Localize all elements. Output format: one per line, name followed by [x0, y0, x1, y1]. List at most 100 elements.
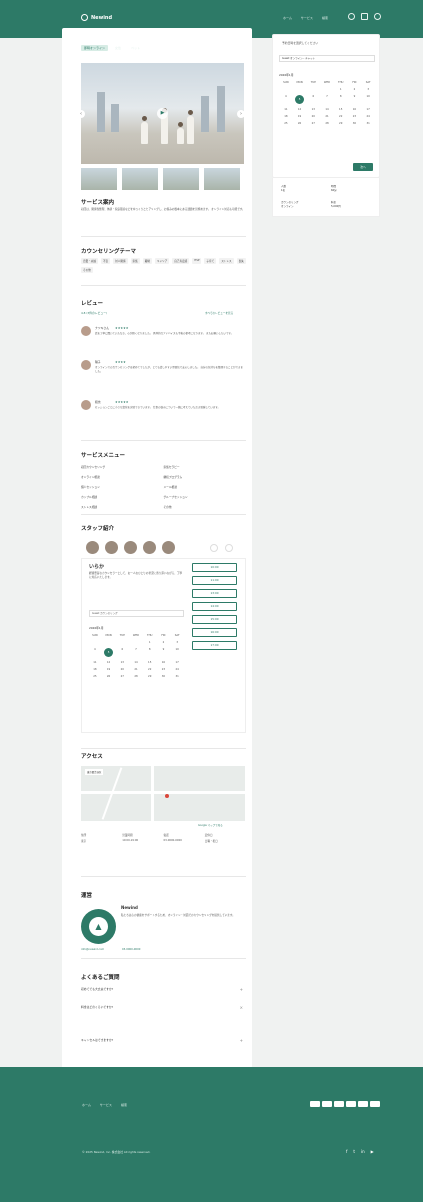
calendar-day[interactable]: 30	[348, 122, 362, 125]
calendar-day[interactable]: 31	[361, 122, 375, 125]
next-arrow-icon[interactable]: ›	[237, 110, 245, 118]
calendar-day[interactable]: 9	[157, 648, 171, 657]
staff-avatar[interactable]	[143, 541, 156, 554]
calendar-day[interactable]: 11	[88, 661, 102, 664]
calendar-day[interactable]: 29	[334, 122, 348, 125]
time-slot[interactable]: 16:00	[192, 628, 237, 637]
facebook-icon[interactable]: f	[346, 1149, 347, 1154]
faq-item[interactable]: キャンセルはできますか? +	[81, 1038, 246, 1046]
time-slot[interactable]: 17:00	[192, 641, 237, 650]
thumbnail[interactable]	[81, 168, 117, 190]
play-icon[interactable]: ▶	[157, 108, 168, 119]
youtube-icon[interactable]: ▶	[371, 1149, 374, 1154]
footer-link[interactable]: サービス	[100, 1103, 112, 1107]
calendar-day[interactable]: 12	[102, 661, 116, 664]
footer-link[interactable]: ホーム	[82, 1103, 91, 1107]
calendar-day[interactable]: 21	[129, 668, 143, 671]
calendar-day[interactable]: 18	[279, 115, 293, 118]
calendar-day[interactable]: 11	[279, 108, 293, 111]
calendar-day[interactable]: 10	[361, 95, 375, 104]
calendar-day[interactable]: 25	[88, 675, 102, 678]
menu-item[interactable]: グループセッション	[164, 495, 247, 499]
brand-logo[interactable]: Newind	[81, 14, 112, 21]
calendar-day[interactable]: 27	[115, 675, 129, 678]
calendar-day[interactable]: 20	[306, 115, 320, 118]
calendar-day[interactable]: 4	[88, 648, 102, 657]
menu-item[interactable]: 家族セラピー	[164, 465, 247, 469]
nav-search[interactable]: 検索	[322, 16, 328, 20]
nav-home[interactable]: ホーム	[283, 16, 292, 20]
calendar-day[interactable]: 1	[143, 641, 157, 644]
time-slot[interactable]: 11:00	[192, 576, 237, 585]
calendar-day[interactable]: 31	[170, 675, 184, 678]
all-reviews-link[interactable]: すべてのレビューを見る	[205, 311, 233, 315]
calendar-day[interactable]: 1	[334, 88, 348, 91]
calendar-day[interactable]: 21	[320, 115, 334, 118]
prev-arrow-icon[interactable]: ‹	[77, 110, 85, 118]
menu-item[interactable]: 個人セッション	[81, 485, 164, 489]
calendar-day[interactable]: 8	[334, 95, 348, 104]
calendar-day[interactable]: 8	[143, 648, 157, 657]
footer-link[interactable]: 検索	[121, 1103, 127, 1107]
prev-staff-icon[interactable]	[210, 544, 218, 552]
booking-select[interactable]: Guest オンライン・チャット	[279, 55, 375, 62]
calendar-day[interactable]: 2	[157, 641, 171, 644]
faq-item[interactable]: 初めてでも大丈夫ですか? +	[81, 987, 246, 995]
calendar-day[interactable]: 16	[348, 108, 362, 111]
thumbnail[interactable]	[163, 168, 199, 190]
calendar-day[interactable]: 12	[293, 108, 307, 111]
search-icon[interactable]	[348, 13, 355, 20]
calendar-day[interactable]: 27	[306, 122, 320, 125]
time-slot[interactable]: 14:00	[192, 602, 237, 611]
calendar-day[interactable]: 26	[293, 122, 307, 125]
calendar-day[interactable]: 7	[129, 648, 143, 657]
calendar-day[interactable]: 26	[102, 675, 116, 678]
thumbnail[interactable]	[122, 168, 158, 190]
calendar-day[interactable]: 23	[157, 668, 171, 671]
calendar-day[interactable]: 16	[157, 661, 171, 664]
calendar-day[interactable]: 6	[115, 648, 129, 657]
company-phone[interactable]: 03-0000-0000	[122, 948, 140, 951]
calendar-day[interactable]: 15	[143, 661, 157, 664]
staff-menu-select[interactable]: Guest カウンセリング	[89, 610, 184, 617]
calendar-day[interactable]: 13	[115, 661, 129, 664]
next-staff-icon[interactable]	[225, 544, 233, 552]
staff-avatar[interactable]	[86, 541, 99, 554]
calendar-day[interactable]: 4	[279, 95, 293, 104]
time-slot[interactable]: 10:00	[192, 563, 237, 572]
staff-avatar[interactable]	[105, 541, 118, 554]
calendar-day[interactable]: 6	[306, 95, 320, 104]
access-map[interactable]: 東京都渋谷区	[81, 766, 245, 821]
calendar-day[interactable]: 28	[129, 675, 143, 678]
nav-service[interactable]: サービス	[301, 16, 313, 20]
user-icon[interactable]	[374, 13, 381, 20]
staff-avatar[interactable]	[162, 541, 175, 554]
calendar-day[interactable]: 5	[104, 648, 114, 657]
staff-avatar[interactable]	[124, 541, 137, 554]
time-slot[interactable]: 15:00	[192, 615, 237, 624]
calendar-day[interactable]: 20	[115, 668, 129, 671]
calendar-day[interactable]: 18	[88, 668, 102, 671]
calendar-day[interactable]: 3	[361, 88, 375, 91]
twitter-icon[interactable]: t	[353, 1149, 355, 1154]
company-email[interactable]: info@newind.com	[81, 948, 104, 951]
menu-item[interactable]: 初回カウンセリング	[81, 465, 164, 469]
calendar-day[interactable]: 7	[320, 95, 334, 104]
favorite-icon[interactable]	[361, 13, 368, 20]
menu-item[interactable]: その他	[164, 505, 247, 509]
calendar-day[interactable]: 19	[293, 115, 307, 118]
time-slot[interactable]: 13:00	[192, 589, 237, 598]
menu-item[interactable]: カップル相談	[81, 495, 164, 499]
calendar-day[interactable]: 17	[170, 661, 184, 664]
menu-item[interactable]: メール相談	[164, 485, 247, 489]
linkedin-icon[interactable]: in	[361, 1149, 365, 1154]
calendar-day[interactable]: 23	[348, 115, 362, 118]
calendar-day[interactable]: 14	[320, 108, 334, 111]
map-link[interactable]: Google マップで見る	[198, 823, 223, 827]
calendar-day[interactable]: 30	[157, 675, 171, 678]
calendar-day[interactable]: 22	[143, 668, 157, 671]
menu-item[interactable]: オンライン相談	[81, 475, 164, 479]
calendar-day[interactable]: 29	[143, 675, 157, 678]
calendar-day[interactable]: 25	[279, 122, 293, 125]
calendar-day[interactable]: 10	[170, 648, 184, 657]
